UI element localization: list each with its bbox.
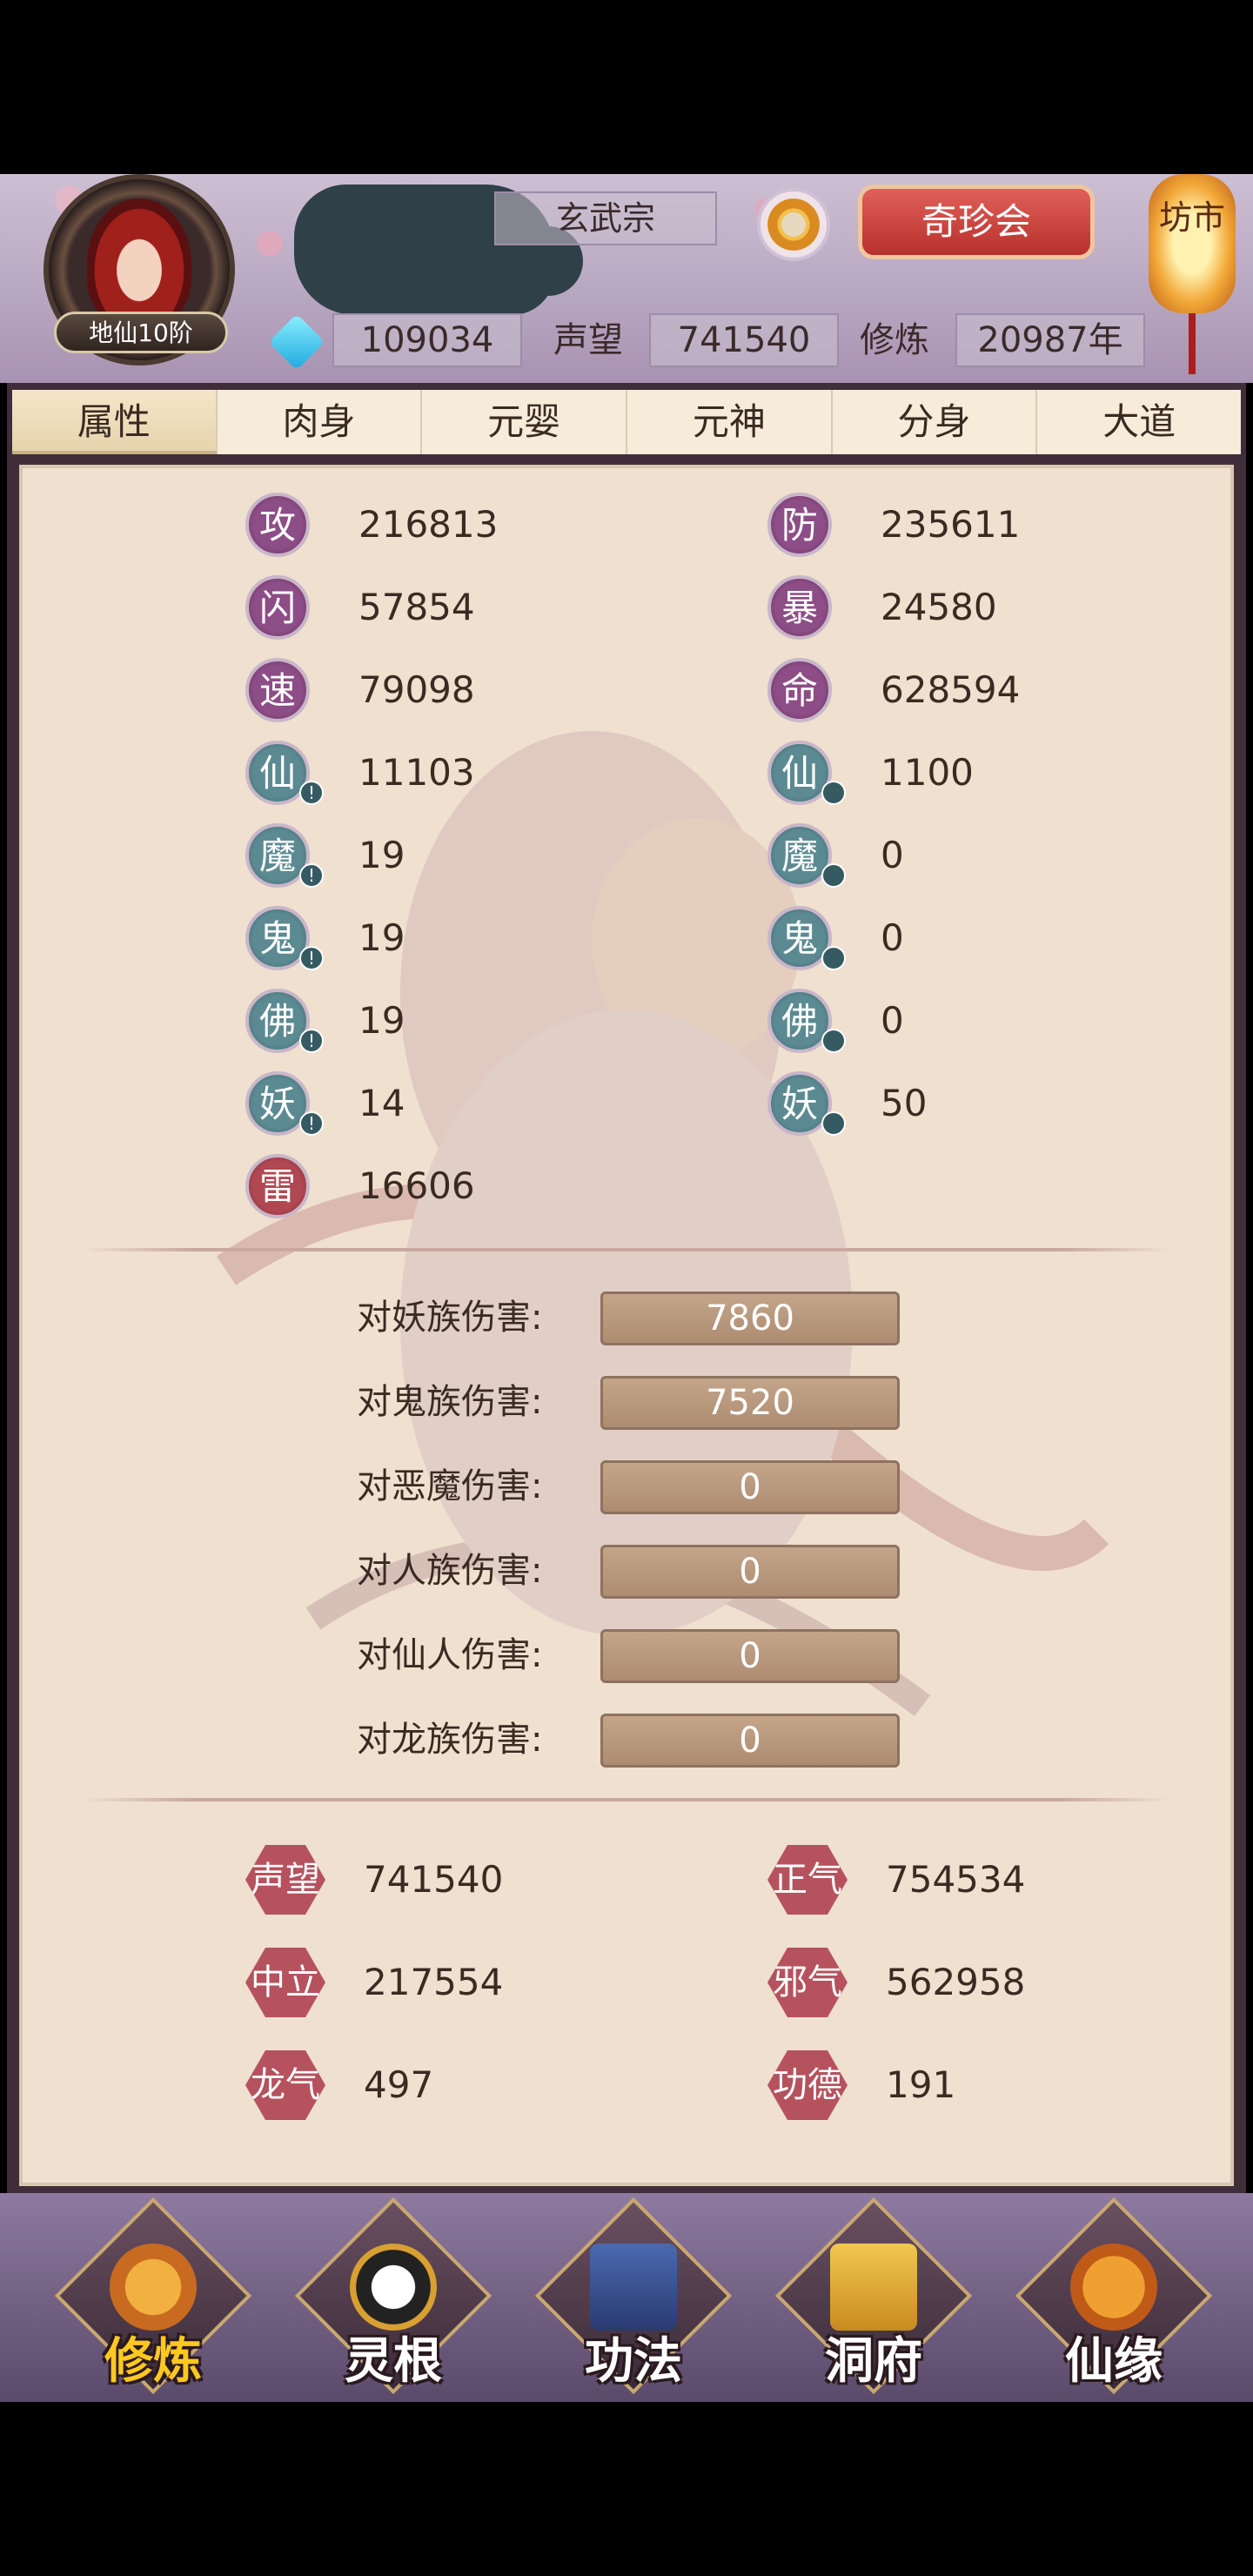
crit-value: 24580 [881,586,997,628]
righteous-value: 754534 [886,1858,1026,1901]
nav-label: 仙缘 [1065,2333,1163,2390]
evil-value: 562958 [886,1961,1026,2003]
demon-attack-value: 19 [358,834,405,876]
ghost-defense-value: 0 [881,916,904,959]
shield-icon [821,1029,846,1053]
treasure-market-button[interactable]: 奇珍会 [858,184,1095,259]
health-icon: 命 [767,658,832,722]
tab-bar: 属性 肉身 元婴 元神 分身 大道 [12,390,1241,454]
avatar[interactable] [87,198,191,329]
dragon-qi-value: 497 [364,2063,434,2106]
merit-value: 191 [886,2063,956,2106]
immortal-defense-value: 1100 [881,751,974,794]
gourd-icon [1070,2244,1157,2331]
monk-icon [110,2244,197,2331]
gear-center [781,212,806,237]
reputation-stat-value: 741540 [364,1858,504,1901]
shield-icon [821,863,846,888]
nav-fortune-button[interactable]: 仙缘 [1015,2197,1213,2395]
buddha-attack-value: 19 [358,999,405,1042]
dodge-icon: 闪 [245,575,310,640]
ghost-attack-value: 19 [358,916,405,959]
attack-type-badge-icon: ! [299,781,324,805]
defense-icon: 防 [767,493,832,557]
damage-label: 对人族伤害: [357,1551,543,1591]
health-value: 628594 [881,668,1021,711]
tab-avatar-clone[interactable]: 分身 [833,390,1038,454]
book-icon [590,2244,677,2331]
monster-defense-value: 50 [881,1082,928,1124]
rank-badge: 地仙10阶 [54,312,228,353]
tab-nascent-soul[interactable]: 元婴 [422,390,628,454]
tab-body[interactable]: 肉身 [218,390,423,454]
thunder-value: 16606 [358,1164,475,1207]
buddha-defense-value: 0 [881,999,904,1042]
neutral-value: 217554 [364,1961,504,2003]
immortal-attack-value: 11103 [358,751,475,794]
nav-cultivate-button[interactable]: 修炼 [54,2197,252,2395]
shield-icon [821,946,846,970]
shield-icon [821,1111,846,1136]
cultivation-label: 修炼 [860,320,929,360]
nav-label: 修炼 [104,2333,202,2390]
nav-label: 灵根 [345,2333,442,2390]
attack-value: 216813 [358,503,499,546]
thunder-icon: 雷 [245,1154,310,1218]
pavilion-icon [830,2244,917,2331]
section-divider [84,1248,1169,1251]
tab-great-dao[interactable]: 大道 [1037,390,1241,454]
tab-primordial-spirit[interactable]: 元神 [627,390,833,454]
spirit-stone-count: 109034 [332,313,522,367]
section-divider [84,1798,1169,1801]
lantern-tassel [1189,313,1196,374]
yin-yang-icon [350,2244,437,2331]
damage-label: 对龙族伤害: [357,1720,543,1760]
attack-type-badge-icon: ! [299,863,324,888]
reputation-value: 741540 [649,313,839,367]
speed-value: 79098 [358,668,475,711]
nav-cave-button[interactable]: 洞府 [774,2197,973,2395]
market-lantern-icon[interactable]: 坊市 [1149,174,1236,313]
demon-defense-value: 0 [881,834,904,876]
damage-label: 对仙人伤害: [357,1635,543,1675]
dodge-value: 57854 [358,586,475,628]
attack-icon: 攻 [245,493,310,557]
spirit-stone-icon [268,313,325,371]
nav-spirit-root-button[interactable]: 灵根 [294,2197,492,2395]
defense-value: 235611 [881,503,1021,546]
attack-type-badge-icon: ! [299,1029,324,1053]
nav-label: 洞府 [825,2333,922,2390]
damage-value: 7520 [600,1376,900,1430]
nav-label: 功法 [585,2333,682,2390]
damage-label: 对妖族伤害: [357,1298,543,1338]
shield-icon [821,781,846,805]
tab-attributes[interactable]: 属性 [12,390,218,454]
damage-value: 7860 [600,1291,900,1345]
attack-type-badge-icon: ! [299,1111,324,1136]
damage-value: 0 [600,1714,900,1768]
attack-type-badge-icon: ! [299,946,324,970]
monster-attack-value: 14 [358,1082,405,1124]
damage-value: 0 [600,1629,900,1683]
damage-label: 对鬼族伤害: [357,1382,543,1422]
sect-name: 玄武宗 [494,191,717,245]
crit-icon: 暴 [767,575,832,640]
cultivation-value: 20987年 [955,313,1145,367]
top-header: 地仙10阶 玄武宗 奇珍会 坊市 109034 声望 741540 修炼 209… [0,174,1253,383]
damage-value: 0 [600,1545,900,1599]
damage-label: 对恶魔伤害: [357,1466,543,1506]
nav-technique-button[interactable]: 功法 [534,2197,733,2395]
damage-value: 0 [600,1460,900,1514]
reputation-label: 声望 [553,320,623,360]
speed-icon: 速 [245,658,310,722]
